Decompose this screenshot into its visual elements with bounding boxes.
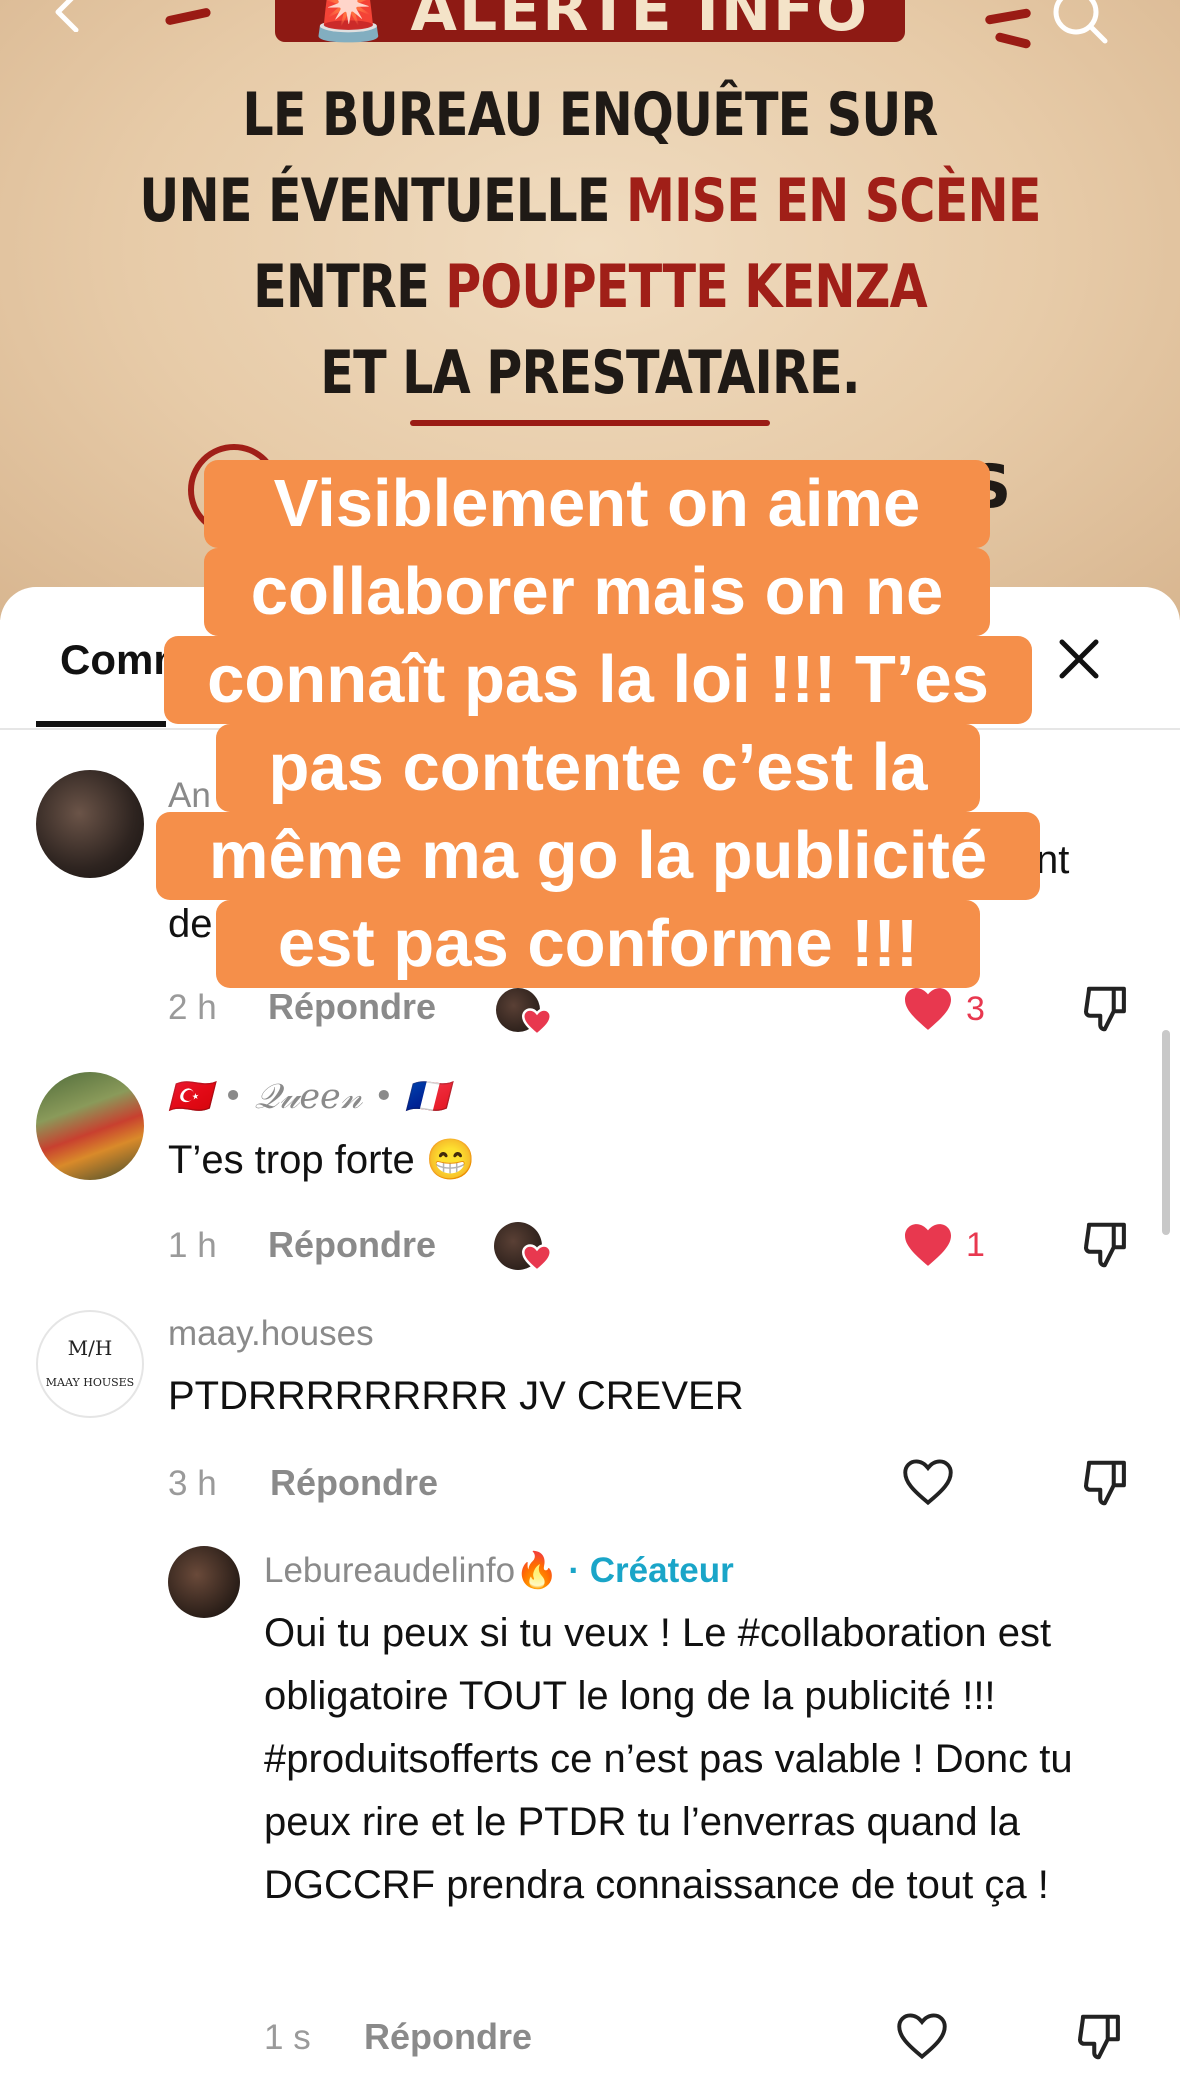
dislike-icon[interactable] bbox=[1080, 982, 1134, 1036]
poster-headline: LE BUREAU ENQUÊTE SUR UNE ÉVENTUELLE MIS… bbox=[106, 72, 1074, 416]
poster-line-3: ENTRE POUPETTE KENZA bbox=[253, 252, 928, 322]
avatar[interactable]: M/H MAAY HOUSES bbox=[36, 1310, 144, 1418]
heart-filled-icon[interactable] bbox=[902, 986, 954, 1032]
avatar[interactable] bbox=[36, 770, 144, 878]
comment-time: 1 h bbox=[168, 1226, 217, 1265]
comment-time: 3 h bbox=[168, 1464, 217, 1503]
screen: 🚨 ALERTE INFO LE BUREAU ENQUÊTE SUR UNE … bbox=[0, 0, 1180, 2096]
comment-time: 2 h bbox=[168, 988, 217, 1027]
poster-deco-left bbox=[164, 7, 212, 26]
tab-underline bbox=[36, 721, 166, 727]
poster-deco-right bbox=[984, 8, 1032, 25]
heart-outline-icon[interactable] bbox=[902, 1458, 954, 1506]
poster-line-4: ET LA PRESTATAIRE. bbox=[320, 338, 860, 408]
avatar-logo-subtext: MAAY HOUSES bbox=[45, 1376, 135, 1389]
dislike-icon[interactable] bbox=[1074, 2010, 1128, 2064]
avatar-logo-text: M/H bbox=[67, 1336, 113, 1360]
video-poster[interactable]: 🚨 ALERTE INFO LE BUREAU ENQUÊTE SUR UNE … bbox=[0, 0, 1180, 620]
back-arrow-icon[interactable] bbox=[46, 0, 86, 32]
poster-banner-text: ALERTE INFO bbox=[410, 0, 870, 45]
scrollbar[interactable] bbox=[1162, 1030, 1170, 1235]
tab-divider bbox=[0, 728, 1180, 730]
comment-text-fragment: de bbox=[168, 902, 213, 946]
dislike-icon[interactable] bbox=[1080, 1218, 1134, 1272]
creator-badge: · Créateur bbox=[568, 1551, 734, 1590]
comment-username[interactable]: An bbox=[168, 776, 211, 816]
comment-text: T’es trop forte 😁 bbox=[168, 1138, 476, 1182]
heart-badge-icon bbox=[522, 1244, 552, 1272]
poster-line-1: LE BUREAU ENQUÊTE SUR bbox=[242, 80, 938, 150]
poster-banner: 🚨 ALERTE INFO bbox=[275, 0, 905, 45]
dislike-icon[interactable] bbox=[1080, 1456, 1134, 1510]
tab-comments[interactable]: Commentaires bbox=[60, 636, 352, 684]
like-count: 3 bbox=[966, 990, 985, 1028]
avatar[interactable] bbox=[168, 1546, 240, 1618]
comment-text: PTDRRRRRRRRR JV CREVER bbox=[168, 1374, 744, 1418]
like-count: 1 bbox=[966, 1226, 985, 1264]
reply-button[interactable]: Répondre bbox=[270, 1462, 438, 1504]
heart-badge-icon bbox=[522, 1008, 552, 1036]
heart-outline-icon[interactable] bbox=[896, 2012, 948, 2060]
reply-button[interactable]: Répondre bbox=[268, 986, 436, 1028]
reply-time: 1 s bbox=[264, 2018, 311, 2057]
comment-username[interactable]: maay.houses bbox=[168, 1314, 374, 1354]
alarm-icon: 🚨 bbox=[310, 0, 411, 45]
comment-text-fragment: nt bbox=[1036, 838, 1070, 882]
poster-trailing-letter: S bbox=[968, 452, 1012, 522]
heart-filled-icon[interactable] bbox=[902, 1222, 954, 1268]
close-icon[interactable] bbox=[1054, 634, 1104, 684]
poster-circle bbox=[188, 444, 280, 536]
reply-button[interactable]: Répondre bbox=[364, 2016, 532, 2058]
poster-divider bbox=[410, 420, 770, 426]
poster-deco-right-2 bbox=[994, 31, 1032, 50]
reply-username[interactable]: Lebureaudelinfo🔥 · Créateur bbox=[264, 1550, 734, 1591]
comment-username[interactable]: 🇹🇷 • 𝒬𝓊𝑒𝑒𝓃 • 🇫🇷 bbox=[168, 1076, 449, 1117]
search-icon[interactable] bbox=[1050, 0, 1110, 46]
reply-button[interactable]: Répondre bbox=[268, 1224, 436, 1266]
avatar[interactable] bbox=[36, 1072, 144, 1180]
reply-text: Oui tu peux si tu veux ! Le #collaborati… bbox=[264, 1611, 1073, 1907]
poster-line-2: UNE ÉVENTUELLE MISE EN SCÈNE bbox=[139, 166, 1041, 236]
